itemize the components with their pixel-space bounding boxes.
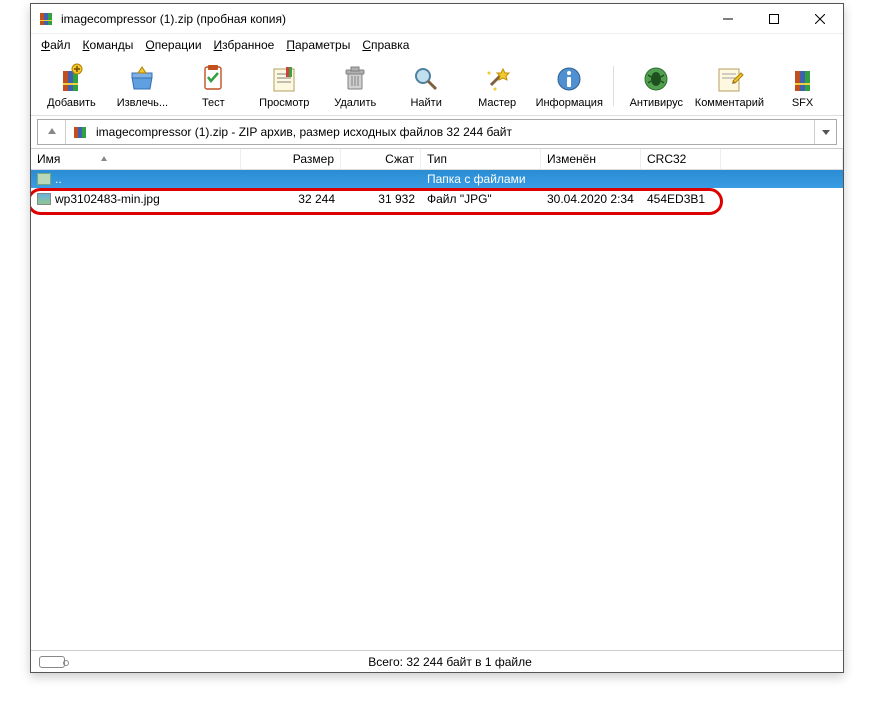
info-icon — [553, 63, 585, 95]
header-crc[interactable]: CRC32 — [641, 149, 721, 169]
view-icon — [268, 63, 300, 95]
file-modified: 30.04.2020 2:34 — [541, 192, 641, 206]
comment-label: Комментарий — [695, 97, 764, 109]
add-button[interactable]: Добавить — [39, 63, 104, 109]
sfx-icon — [787, 63, 819, 95]
archive-icon — [72, 124, 88, 140]
info-button[interactable]: Информация — [536, 63, 603, 109]
find-label: Найти — [410, 97, 441, 109]
app-window: imagecompressor (1).zip (пробная копия) … — [30, 3, 844, 673]
window-controls — [705, 4, 843, 34]
folder-icon — [37, 173, 51, 185]
address-dropdown[interactable] — [814, 120, 836, 144]
wizard-button[interactable]: Мастер — [465, 63, 530, 109]
address-bar: imagecompressor (1).zip - ZIP архив, раз… — [37, 119, 837, 145]
test-label: Тест — [202, 97, 225, 109]
window-title: imagecompressor (1).zip (пробная копия) — [61, 12, 705, 26]
file-crc: 454ED3B1 — [641, 192, 721, 206]
menu-file[interactable]: Файл — [35, 36, 77, 54]
add-icon — [55, 63, 87, 95]
disk-icon — [39, 656, 65, 668]
menubar: Файл Команды Операции Избранное Параметр… — [31, 34, 843, 56]
antivirus-icon — [640, 63, 672, 95]
file-list[interactable]: .. Папка с файлами wp3102483-min.jpg 32 … — [31, 170, 843, 650]
wizard-label: Мастер — [478, 97, 516, 109]
delete-label: Удалить — [334, 97, 376, 109]
antivirus-button[interactable]: Антивирус — [624, 63, 689, 109]
menu-commands[interactable]: Команды — [77, 36, 140, 54]
statusbar: Всего: 32 244 байт в 1 файле — [31, 650, 843, 672]
info-label: Информация — [536, 97, 603, 109]
view-label: Просмотр — [259, 97, 309, 109]
up-button[interactable] — [38, 120, 66, 144]
app-icon — [39, 11, 55, 27]
menu-favorites[interactable]: Избранное — [208, 36, 281, 54]
status-total: Всего: 32 244 байт в 1 файле — [368, 655, 532, 669]
address-text[interactable]: imagecompressor (1).zip - ZIP архив, раз… — [94, 125, 814, 139]
file-type: Файл "JPG" — [421, 192, 541, 206]
titlebar: imagecompressor (1).zip (пробная копия) — [31, 4, 843, 34]
add-label: Добавить — [47, 97, 96, 109]
extract-label: Извлечь... — [117, 97, 168, 109]
sfx-button[interactable]: SFX — [770, 63, 835, 109]
parent-folder-row[interactable]: .. Папка с файлами — [31, 170, 843, 188]
comment-button[interactable]: Комментарий — [695, 63, 764, 109]
view-button[interactable]: Просмотр — [252, 63, 317, 109]
test-button[interactable]: Тест — [181, 63, 246, 109]
antivirus-label: Антивирус — [630, 97, 683, 109]
menu-options[interactable]: Параметры — [280, 36, 356, 54]
file-packed: 31 932 — [341, 192, 421, 206]
header-modified[interactable]: Изменён — [541, 149, 641, 169]
test-icon — [197, 63, 229, 95]
maximize-button[interactable] — [751, 4, 797, 34]
extract-button[interactable]: Извлечь... — [110, 63, 175, 109]
menu-operations[interactable]: Операции — [139, 36, 207, 54]
find-button[interactable]: Найти — [394, 63, 459, 109]
comment-icon — [713, 63, 745, 95]
header-size[interactable]: Размер — [241, 149, 341, 169]
sfx-label: SFX — [792, 97, 813, 109]
delete-icon — [339, 63, 371, 95]
file-name: wp3102483-min.jpg — [55, 192, 160, 206]
menu-help[interactable]: Справка — [356, 36, 415, 54]
toolbar: Добавить Извлечь... Тест — [31, 56, 843, 116]
wizard-icon — [481, 63, 513, 95]
header-name[interactable]: Имя — [31, 149, 241, 169]
header-type[interactable]: Тип — [421, 149, 541, 169]
image-file-icon — [37, 193, 51, 205]
find-icon — [410, 63, 442, 95]
file-row[interactable]: wp3102483-min.jpg 32 244 31 932 Файл "JP… — [31, 188, 843, 210]
header-packed[interactable]: Сжат — [341, 149, 421, 169]
minimize-button[interactable] — [705, 4, 751, 34]
extract-icon — [126, 63, 158, 95]
close-button[interactable] — [797, 4, 843, 34]
column-headers: Имя Размер Сжат Тип Изменён CRC32 — [31, 148, 843, 170]
toolbar-separator — [613, 66, 614, 106]
file-size: 32 244 — [241, 192, 341, 206]
delete-button[interactable]: Удалить — [323, 63, 388, 109]
